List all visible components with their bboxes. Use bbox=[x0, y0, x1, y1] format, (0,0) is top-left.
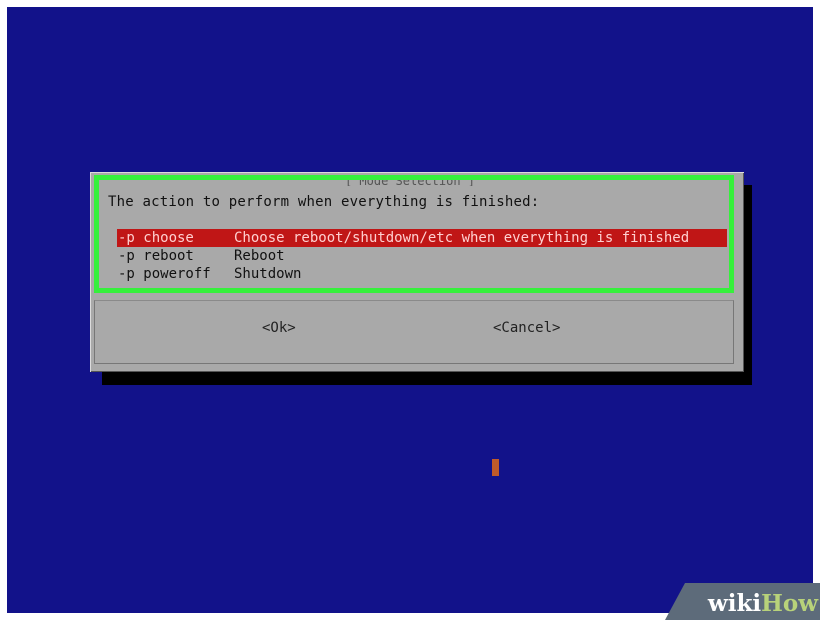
menu-item-tag: -p choose bbox=[118, 230, 194, 246]
menu-item-tag: -p reboot bbox=[118, 248, 194, 264]
menu-item-poweroff[interactable]: -p poweroff Shutdown bbox=[117, 265, 727, 283]
button-area bbox=[94, 300, 734, 364]
wikihow-logo: wikiHow bbox=[708, 590, 818, 617]
menu-item-reboot[interactable]: -p reboot Reboot bbox=[117, 247, 727, 265]
options-menu: -p choose Choose reboot/shutdown/etc whe… bbox=[117, 229, 727, 283]
menu-item-description: Shutdown bbox=[234, 266, 302, 282]
menu-item-tag: -p poweroff bbox=[118, 266, 211, 282]
menu-item-description: Reboot bbox=[234, 248, 285, 264]
logo-how: How bbox=[761, 590, 818, 617]
cancel-button[interactable]: <Cancel> bbox=[493, 320, 560, 336]
logo-wiki: wiki bbox=[707, 590, 762, 617]
text-cursor bbox=[492, 459, 499, 476]
menu-item-description: Choose reboot/shutdown/etc when everythi… bbox=[234, 230, 690, 246]
dialog-prompt: The action to perform when everything is… bbox=[108, 194, 540, 210]
ok-button[interactable]: <Ok> bbox=[262, 320, 296, 336]
menu-item-choose[interactable]: -p choose Choose reboot/shutdown/etc whe… bbox=[117, 229, 727, 247]
